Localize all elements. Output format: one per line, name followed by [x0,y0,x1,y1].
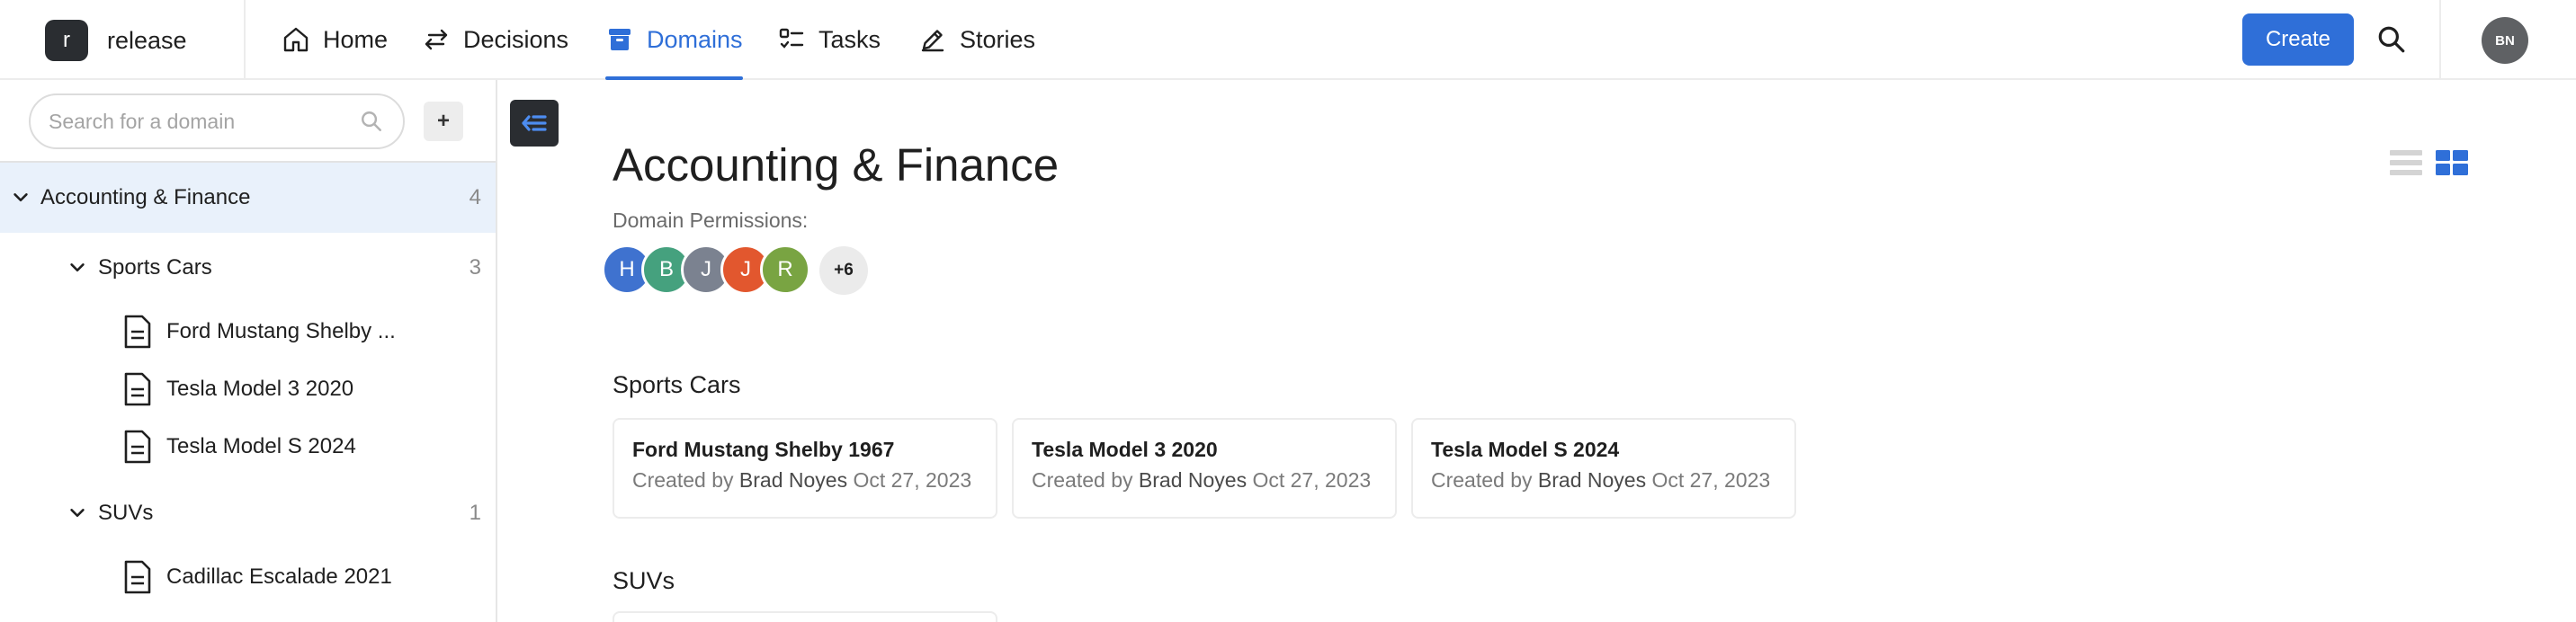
permissions-more-badge[interactable]: +6 [819,246,868,295]
nav-item-stories[interactable]: Stories [918,0,1035,79]
document-icon [124,315,151,349]
card-title: Ford Mustang Shelby 1967 [632,438,895,461]
create-button[interactable]: Create [2242,13,2354,66]
tree-item-document[interactable]: Cadillac Escalade 2021 [0,548,496,606]
nav-item-decisions[interactable]: Decisions [422,0,568,79]
tree-item-domain[interactable]: Sports Cars 3 [0,233,496,303]
domain-card[interactable] [613,611,997,622]
tree-item-label: Ford Mustang Shelby ... [166,319,396,343]
tree-item-label: Sports Cars [98,255,212,280]
tree-item-document[interactable]: Tesla Model 3 2020 [0,360,496,418]
box-icon [609,29,631,50]
permissions-label: Domain Permissions: [613,209,809,232]
tree-item-document[interactable]: Tesla Model S 2024 [0,418,496,475]
global-search-button[interactable] [2375,23,2408,56]
document-icon [124,560,151,594]
tree-item-label: Tesla Model 3 2020 [166,377,354,401]
collapse-left-icon [522,115,547,131]
domain-card[interactable]: Tesla Model 3 2020 Created by Brad Noyes… [1012,418,1397,519]
app-brand[interactable]: r release [45,20,187,61]
tree-item-label: Cadillac Escalade 2021 [166,564,392,589]
tree-item-count: 4 [469,185,481,209]
chevron-down-icon [70,263,85,272]
add-domain-button[interactable]: + [424,102,463,141]
card-author: Brad Noyes [738,468,848,492]
divider [244,0,246,79]
card-meta: Created by Brad Noyes Oct 27, 2023 [1032,468,1372,492]
nav-item-tasks[interactable]: Tasks [777,0,881,79]
checklist-icon [779,28,804,49]
domain-search[interactable] [29,93,405,149]
nav-label: Domains [647,25,743,53]
nav-label: Home [323,25,389,53]
tree-item-domain[interactable]: Accounting & Finance 4 [0,163,496,233]
user-avatar[interactable]: BN [2482,17,2528,64]
card-author: Brad Noyes [1138,468,1248,492]
tree-item-document[interactable]: Ford Mustang Shelby ... [0,303,496,360]
nav-label: Stories [960,25,1036,53]
arrows-swap-icon [425,29,448,50]
nav-item-home[interactable]: Home [282,0,388,79]
domain-sidebar: + Accounting & Finance 4 Sports Cars 3 F… [0,80,497,622]
section-title: Sports Cars [613,371,741,398]
card-title: Tesla Model 3 2020 [1032,438,1218,461]
tree-item-label: Accounting & Finance [40,185,251,209]
permission-avatar[interactable]: R [760,244,810,295]
tree-item-label: SUVs [98,501,154,525]
section-title: SUVs [613,567,675,594]
card-date: Oct 27, 2023 [853,468,972,492]
chevron-down-icon [13,193,28,202]
card-meta: Created by Brad Noyes Oct 27, 2023 [632,468,972,492]
tree-item-domain[interactable]: SUVs 1 [0,478,496,548]
tree-item-label: Tesla Model S 2024 [166,434,356,458]
card-date: Oct 27, 2023 [1651,468,1771,492]
domain-card[interactable]: Tesla Model S 2024 Created by Brad Noyes… [1411,418,1796,519]
app-logo: r [45,20,88,61]
card-author: Brad Noyes [1537,468,1647,492]
search-icon [2378,26,2405,53]
nav-item-domains[interactable]: Domains [605,0,743,80]
grid-view-icon[interactable] [2436,149,2468,176]
top-bar: r release Home Decisions Domains Tasks S… [0,0,2576,80]
divider [2439,0,2441,79]
search-icon [362,111,381,131]
home-icon [283,27,309,52]
document-icon [124,372,151,406]
nav-label: Tasks [818,25,881,53]
domain-search-input[interactable] [49,95,354,147]
card-title: Tesla Model S 2024 [1431,438,1620,461]
tree-item-count: 1 [469,501,481,525]
document-icon [124,430,151,464]
collapse-sidebar-button[interactable] [510,100,559,147]
domain-card[interactable]: Ford Mustang Shelby 1967 Created by Brad… [613,418,997,519]
nav-label: Decisions [463,25,569,53]
list-view-icon[interactable] [2390,149,2422,176]
card-date: Oct 27, 2023 [1252,468,1372,492]
card-meta: Created by Brad Noyes Oct 27, 2023 [1431,468,1771,492]
tree-item-count: 3 [469,255,481,280]
app-name: release [107,26,187,54]
page-title: Accounting & Finance [613,139,1060,191]
pencil-icon [921,30,944,52]
chevron-down-icon [70,509,85,518]
